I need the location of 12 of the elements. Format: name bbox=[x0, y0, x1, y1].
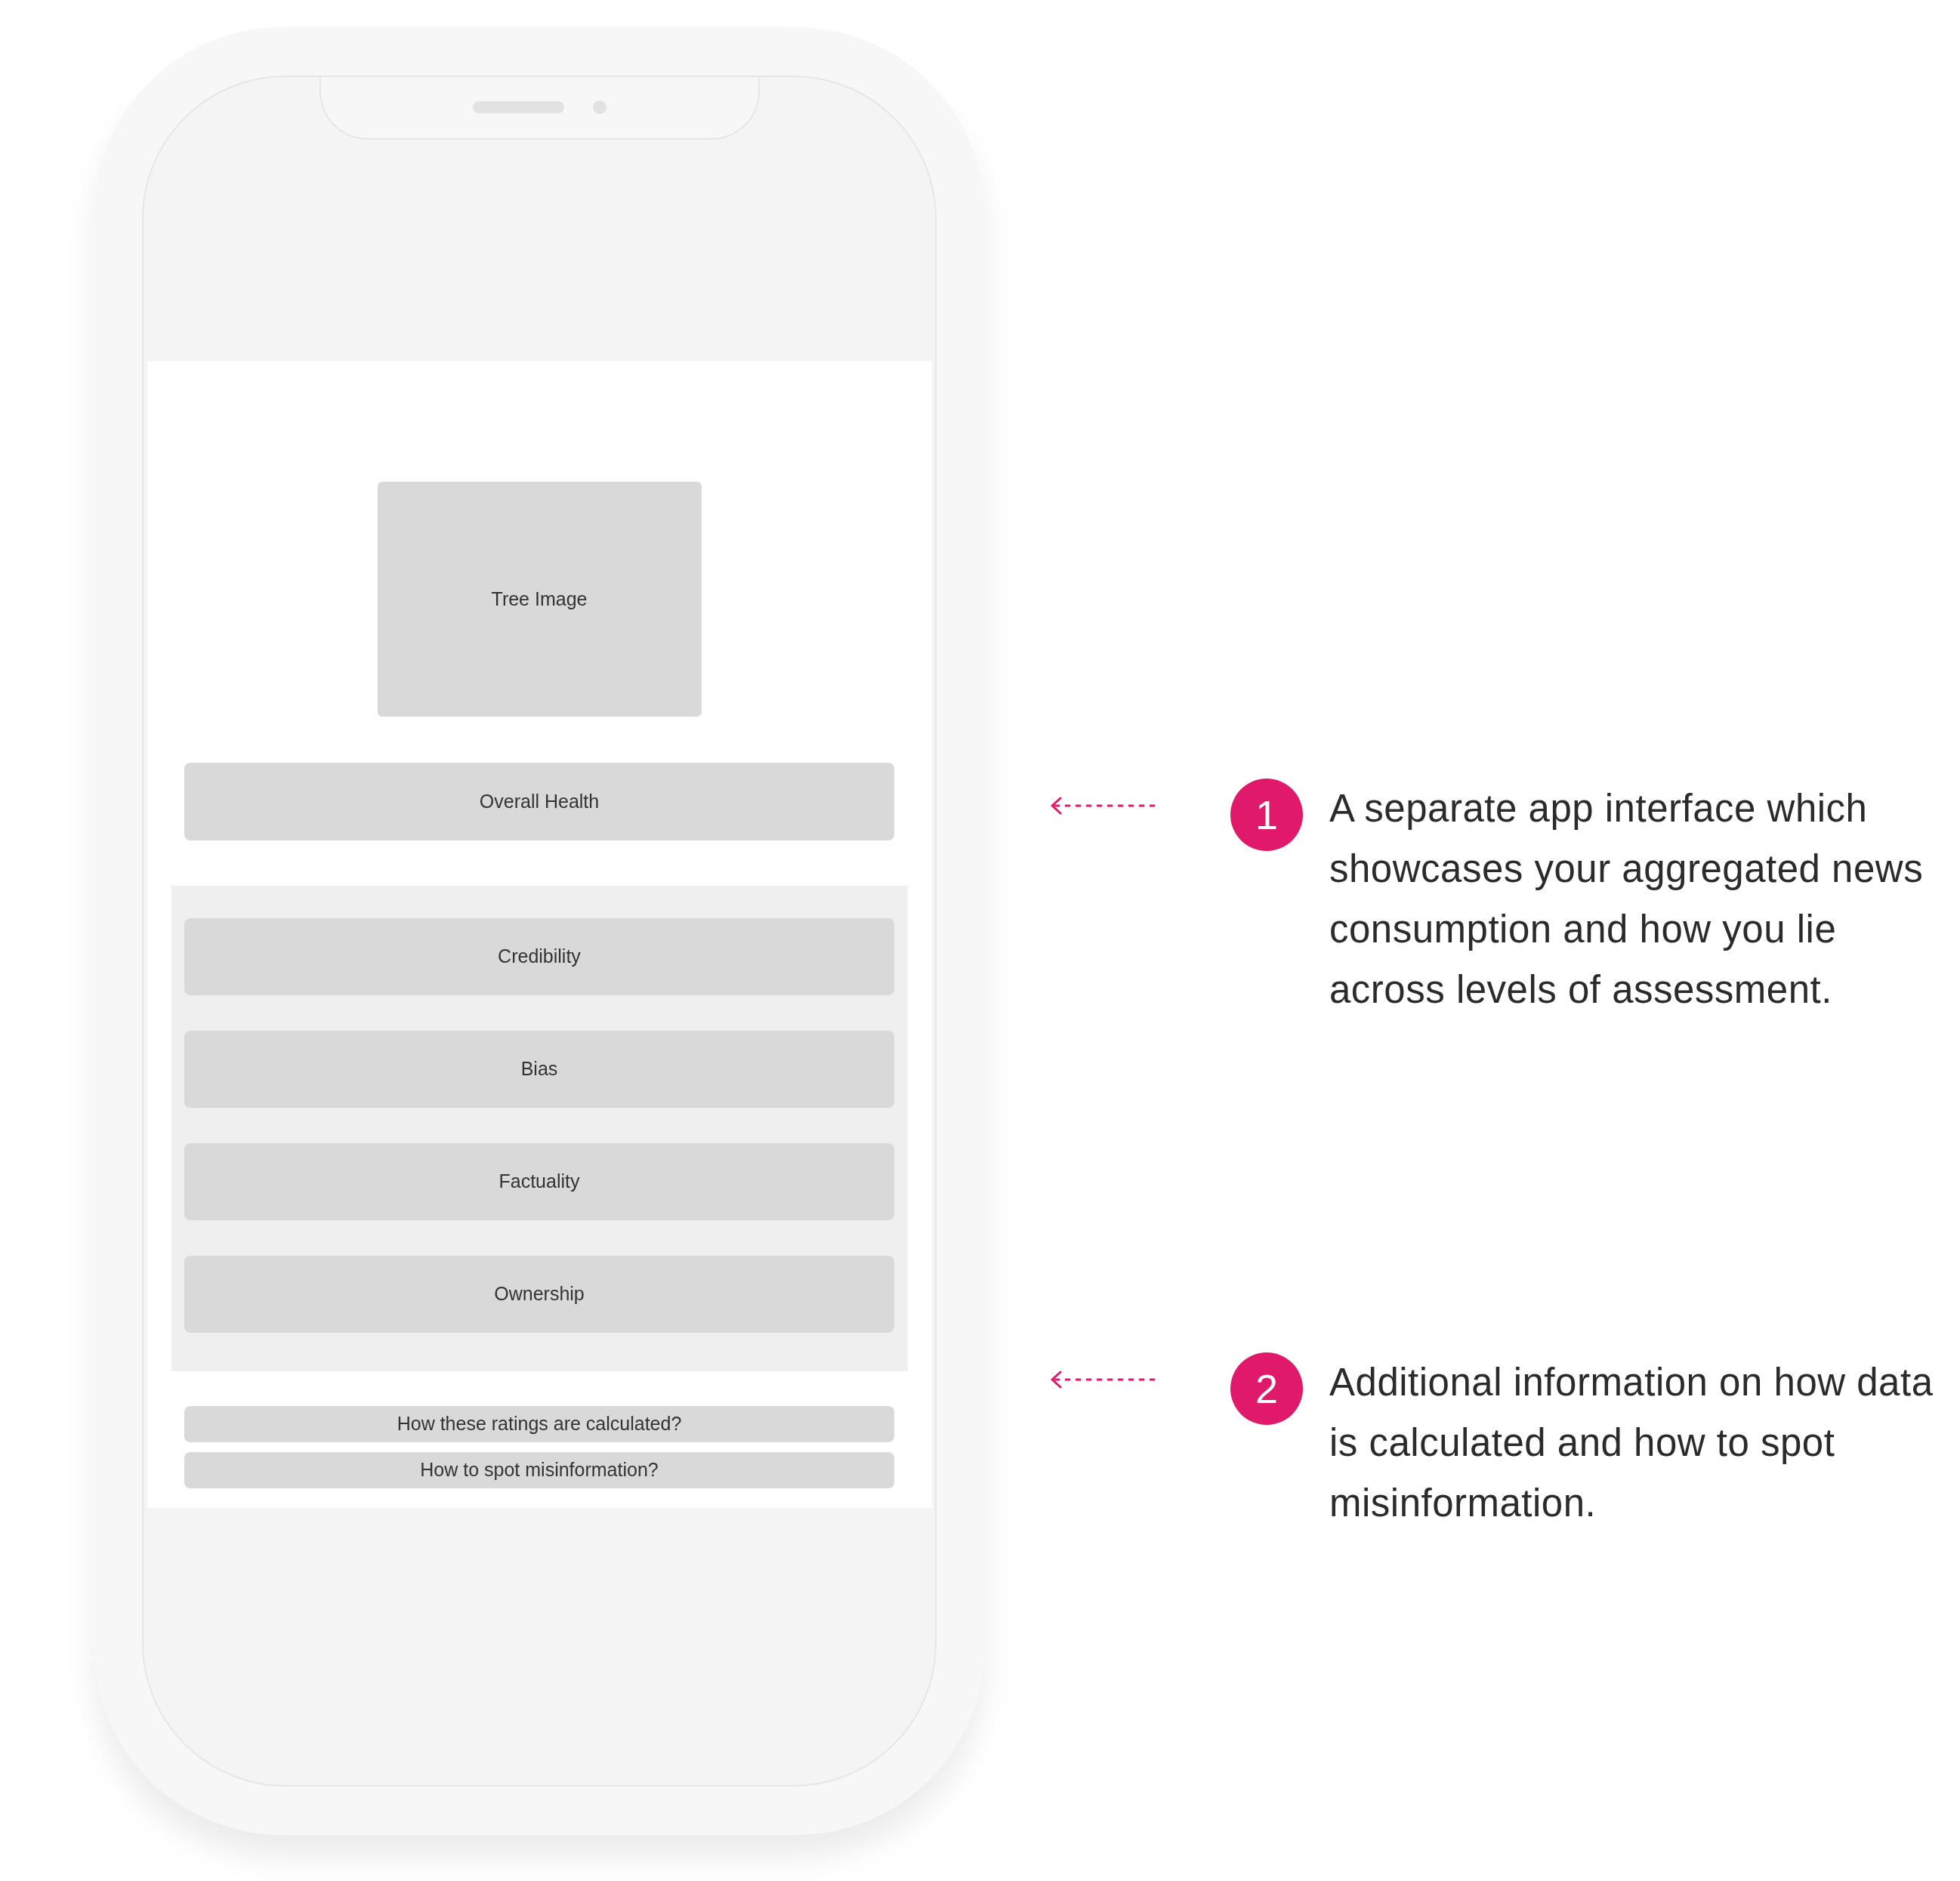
step-number-badge: 2 bbox=[1230, 1352, 1303, 1425]
category-button[interactable]: Credibility bbox=[184, 918, 894, 995]
category-button[interactable]: Ownership bbox=[184, 1256, 894, 1333]
category-button[interactable]: Factuality bbox=[184, 1143, 894, 1220]
category-button[interactable]: Bias bbox=[184, 1031, 894, 1108]
annotation-text: Additional information on how data is calculated and how to spot misinformation. bbox=[1329, 1360, 1934, 1526]
image-placeholder-label: Tree Image bbox=[491, 587, 588, 611]
annotation-text: A separate app interface which showcases your aggregated news consumption and how you lie across levels of assessment. bbox=[1329, 786, 1925, 1013]
info-button[interactable]: How these ratings are calculated? bbox=[184, 1406, 894, 1442]
overall-health-button[interactable]: Overall Health bbox=[184, 763, 894, 840]
info-button[interactable]: How to spot misinformation? bbox=[184, 1452, 894, 1488]
step-number-badge: 1 bbox=[1230, 779, 1303, 851]
